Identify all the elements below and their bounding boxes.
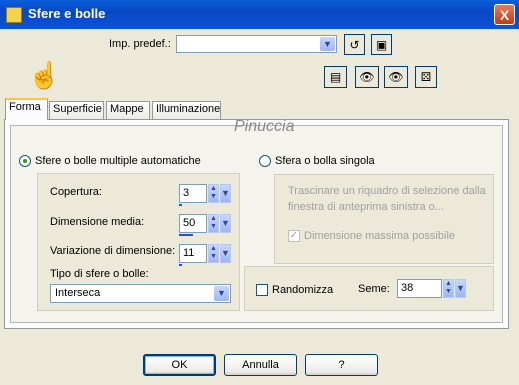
copertura-label: Copertura: xyxy=(50,186,102,198)
radio-single[interactable] xyxy=(259,155,271,167)
cancel-button[interactable]: Annulla xyxy=(224,354,297,376)
variazione-spin[interactable]: ▲ ▼ xyxy=(208,244,219,263)
seed-label: Seme: xyxy=(358,283,390,295)
max-size-checkbox[interactable]: ✓ xyxy=(288,230,300,242)
preset-combo[interactable]: ▼ xyxy=(176,35,337,53)
variazione-dropdown[interactable]: ▼ xyxy=(220,244,231,263)
single-hint: Trascinare un riquadro di selezione dall… xyxy=(288,185,486,213)
chevron-down-icon: ▼ xyxy=(214,286,229,301)
copertura-spin[interactable]: ▲ ▼ xyxy=(208,184,219,203)
preview-frame-icon[interactable]: ▤ xyxy=(324,66,347,88)
app-icon xyxy=(6,7,22,23)
close-button[interactable]: X xyxy=(494,4,515,25)
dimensione-spin[interactable]: ▲ ▼ xyxy=(208,214,219,233)
randomize-label: Randomizza xyxy=(272,284,334,296)
dimensione-input[interactable]: 50 xyxy=(179,214,207,233)
tipo-label: Tipo di sfere o bolle: xyxy=(50,268,149,280)
random-dice-icon[interactable]: ⚄ xyxy=(415,66,437,88)
radio-auto-label: Sfere o bolle multiple automatiche xyxy=(35,155,201,167)
tipo-combo[interactable]: Interseca ▼ xyxy=(50,284,231,303)
seed-input[interactable]: 38 xyxy=(397,279,442,298)
watermark-text: Pinuccia xyxy=(234,118,295,135)
randomize-checkbox[interactable] xyxy=(256,284,268,296)
save-preset-icon[interactable]: ▣ xyxy=(371,34,392,55)
dimensione-slider-fill xyxy=(179,234,193,236)
tipo-value: Interseca xyxy=(55,287,101,299)
tab-illuminazione[interactable]: Illuminazione xyxy=(152,101,221,119)
copertura-slider-fill xyxy=(179,204,182,206)
radio-auto[interactable] xyxy=(19,155,31,167)
window-title: Sfere e bolle xyxy=(28,6,106,21)
seed-spin[interactable]: ▲ ▼ xyxy=(443,279,454,298)
tab-forma[interactable]: Forma xyxy=(5,98,48,120)
variazione-slider-fill xyxy=(179,264,182,266)
copertura-dropdown[interactable]: ▼ xyxy=(220,184,231,203)
zoom-eye-icon[interactable]: 👁 xyxy=(355,66,379,88)
tab-superficie[interactable]: Superficie xyxy=(49,101,104,119)
radio-single-label: Sfera o bolla singola xyxy=(275,155,375,167)
eye-icon[interactable]: 👁 xyxy=(384,66,408,88)
variazione-input[interactable]: 11 xyxy=(179,244,207,263)
dimensione-label: Dimensione media: xyxy=(50,216,145,228)
max-size-label: Dimensione massima possibile xyxy=(304,230,456,242)
help-button[interactable]: ? xyxy=(305,354,378,376)
copertura-input[interactable]: 3 xyxy=(179,184,207,203)
dimensione-dropdown[interactable]: ▼ xyxy=(220,214,231,233)
seed-dropdown[interactable]: ▼ xyxy=(455,279,466,298)
ok-button[interactable]: OK xyxy=(143,354,216,376)
load-preset-icon[interactable]: ↺ xyxy=(344,34,365,55)
pointing-hand-icon: ☝ xyxy=(28,60,61,90)
tab-mappe[interactable]: Mappe xyxy=(106,101,150,119)
variazione-label: Variazione di dimensione: xyxy=(50,245,176,257)
chevron-down-icon: ▼ xyxy=(320,37,335,51)
preset-label: Imp. predef.: xyxy=(109,38,171,50)
